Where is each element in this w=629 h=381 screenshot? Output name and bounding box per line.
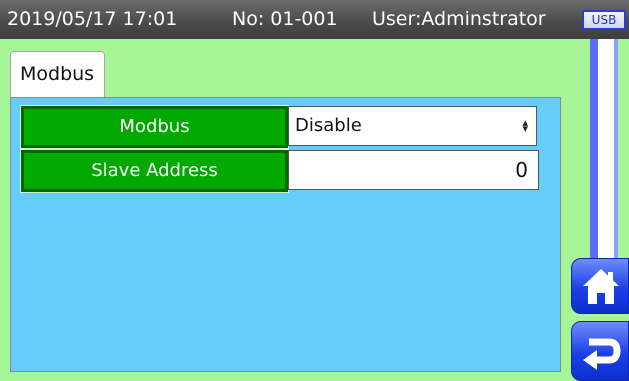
scrollbar[interactable] [590, 39, 618, 259]
slave-address-field[interactable]: 0 [288, 150, 539, 190]
datetime-text: 2019/05/17 17:01 [7, 8, 178, 30]
usb-icon: USB [582, 10, 626, 30]
settings-panel: Modbus Disable ▴ ▾ Slave Address 0 [10, 97, 561, 372]
slave-address-label: Slave Address [20, 149, 289, 193]
tab-modbus[interactable]: Modbus [10, 51, 105, 97]
return-arrow-icon [583, 338, 621, 370]
modbus-select-value: Disable [295, 115, 362, 136]
user-text: User:Adminstrator [372, 8, 546, 30]
back-button[interactable] [571, 321, 629, 381]
modbus-label: Modbus [20, 105, 289, 149]
modbus-select[interactable]: Disable ▴ ▾ [288, 106, 537, 146]
updown-arrow-icon: ▴ ▾ [522, 116, 528, 135]
home-icon [583, 269, 619, 304]
status-bar: 2019/05/17 17:01 No: 01-001 User:Adminst… [0, 0, 629, 39]
machine-number-text: No: 01-001 [232, 8, 338, 30]
home-button[interactable] [571, 258, 629, 314]
